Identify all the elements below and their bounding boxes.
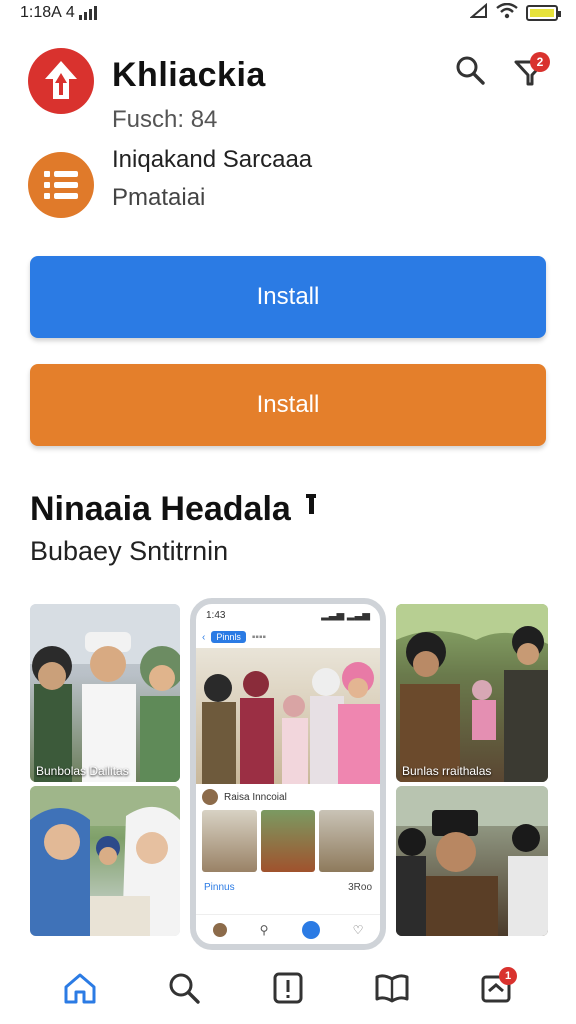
phone-nav-bar: ‹ Pinnls ▪▪▪▪ xyxy=(196,626,380,648)
phone-post-text: Raisa Inncoial xyxy=(224,791,287,803)
home-icon xyxy=(62,971,98,1010)
phone-feed-photo xyxy=(196,648,380,784)
section-title: Ninaaia Headala xyxy=(30,490,318,531)
status-bar: 1:18A 4 xyxy=(0,0,576,26)
network-signal-icon xyxy=(469,2,488,24)
inbox-badge: 1 xyxy=(499,967,517,985)
alert-icon xyxy=(272,971,304,1010)
developer-category: Pmataiai xyxy=(112,184,206,211)
app-title: Khliackia xyxy=(112,56,266,94)
developer-row[interactable]: Iniqakand Sarcaaa Pmataiai xyxy=(28,146,548,220)
filter-badge: 2 xyxy=(530,52,550,72)
screenshot-gallery[interactable]: Bunbolas Dailitas 1:43 ▂▃▅ ▂▃▅ ‹ Pinnls … xyxy=(30,598,548,950)
app-subtitle: Fusch: 84 xyxy=(112,106,218,133)
phone-composer-count: 3Roo xyxy=(348,881,372,893)
phone-profile-icon xyxy=(212,922,227,937)
install-button-secondary[interactable]: Install xyxy=(30,364,546,446)
app-header: Khliackia Fusch: 84 2 xyxy=(28,44,550,140)
header-filter-button[interactable]: 2 xyxy=(508,52,552,96)
book-icon xyxy=(374,972,410,1009)
search-icon xyxy=(167,971,201,1010)
screenshot-right-top[interactable]: Bunlas rraithalas xyxy=(396,604,548,782)
phone-post-row: Raisa Inncoial xyxy=(196,784,380,810)
phone-composer-text: Pinnus xyxy=(204,881,235,893)
phone-composer: Pinnus 3Roo xyxy=(196,872,380,902)
screenshot-phone-mockup[interactable]: 1:43 ▂▃▅ ▂▃▅ ‹ Pinnls ▪▪▪▪ Raisa Inncoia… xyxy=(190,598,386,950)
nav-home[interactable] xyxy=(55,965,105,1015)
phone-thumb-1 xyxy=(202,810,257,872)
phone-thumbnails xyxy=(196,810,380,872)
phone-search-icon: ⚲ xyxy=(259,922,269,937)
nav-search[interactable] xyxy=(159,965,209,1015)
left-top-caption: Bunbolas Dailitas xyxy=(36,764,129,778)
header-search-button[interactable] xyxy=(450,52,490,92)
screenshot-left-bottom[interactable] xyxy=(30,786,180,936)
status-right xyxy=(469,2,561,24)
nav-updates[interactable] xyxy=(263,965,313,1015)
phone-home-icon xyxy=(301,920,320,939)
phone-signal-icon: ▂▃▅ ▂▃▅ xyxy=(321,609,370,621)
status-time: 1:18A xyxy=(20,4,62,21)
phone-time: 1:43 xyxy=(206,609,226,621)
nav-library[interactable] xyxy=(367,965,417,1015)
signal-bars-icon xyxy=(78,6,97,20)
developer-name: Iniqakand Sarcaaa xyxy=(112,146,313,173)
arrow-up-logo-icon xyxy=(28,48,94,114)
screenshot-left-top[interactable]: Bunbolas Dailitas xyxy=(30,604,180,782)
section-title-text: Ninaaia Headala xyxy=(30,490,291,528)
phone-back-icon: ‹ xyxy=(202,631,206,643)
phone-tab-bar: ⚲ ♡ xyxy=(196,914,380,944)
search-icon xyxy=(454,54,486,91)
battery-icon xyxy=(526,5,561,21)
screenshot-right-bottom[interactable] xyxy=(396,786,548,936)
phone-thumb-3 xyxy=(319,810,375,872)
bottom-nav: 1 xyxy=(0,956,576,1024)
info-icon xyxy=(304,492,318,531)
section-subtitle: Bubaey Sntitrnin xyxy=(30,536,229,566)
install-button-primary[interactable]: Install xyxy=(30,256,546,338)
right-top-caption: Bunlas rraithalas xyxy=(402,764,492,778)
phone-nav-dots: ▪▪▪▪ xyxy=(251,631,267,643)
wifi-icon xyxy=(496,2,518,24)
phone-heart-icon: ♡ xyxy=(352,922,364,937)
phone-thumb-2 xyxy=(260,810,316,872)
list-logo-icon xyxy=(28,152,94,218)
nav-inbox[interactable]: 1 xyxy=(471,965,521,1015)
phone-nav-chip: Pinnls xyxy=(211,631,246,643)
phone-avatar xyxy=(202,789,218,805)
status-indicator: 4 xyxy=(65,4,75,21)
phone-status-bar: 1:43 ▂▃▅ ▂▃▅ xyxy=(196,604,380,626)
status-left: 1:18A 4 xyxy=(20,4,97,22)
